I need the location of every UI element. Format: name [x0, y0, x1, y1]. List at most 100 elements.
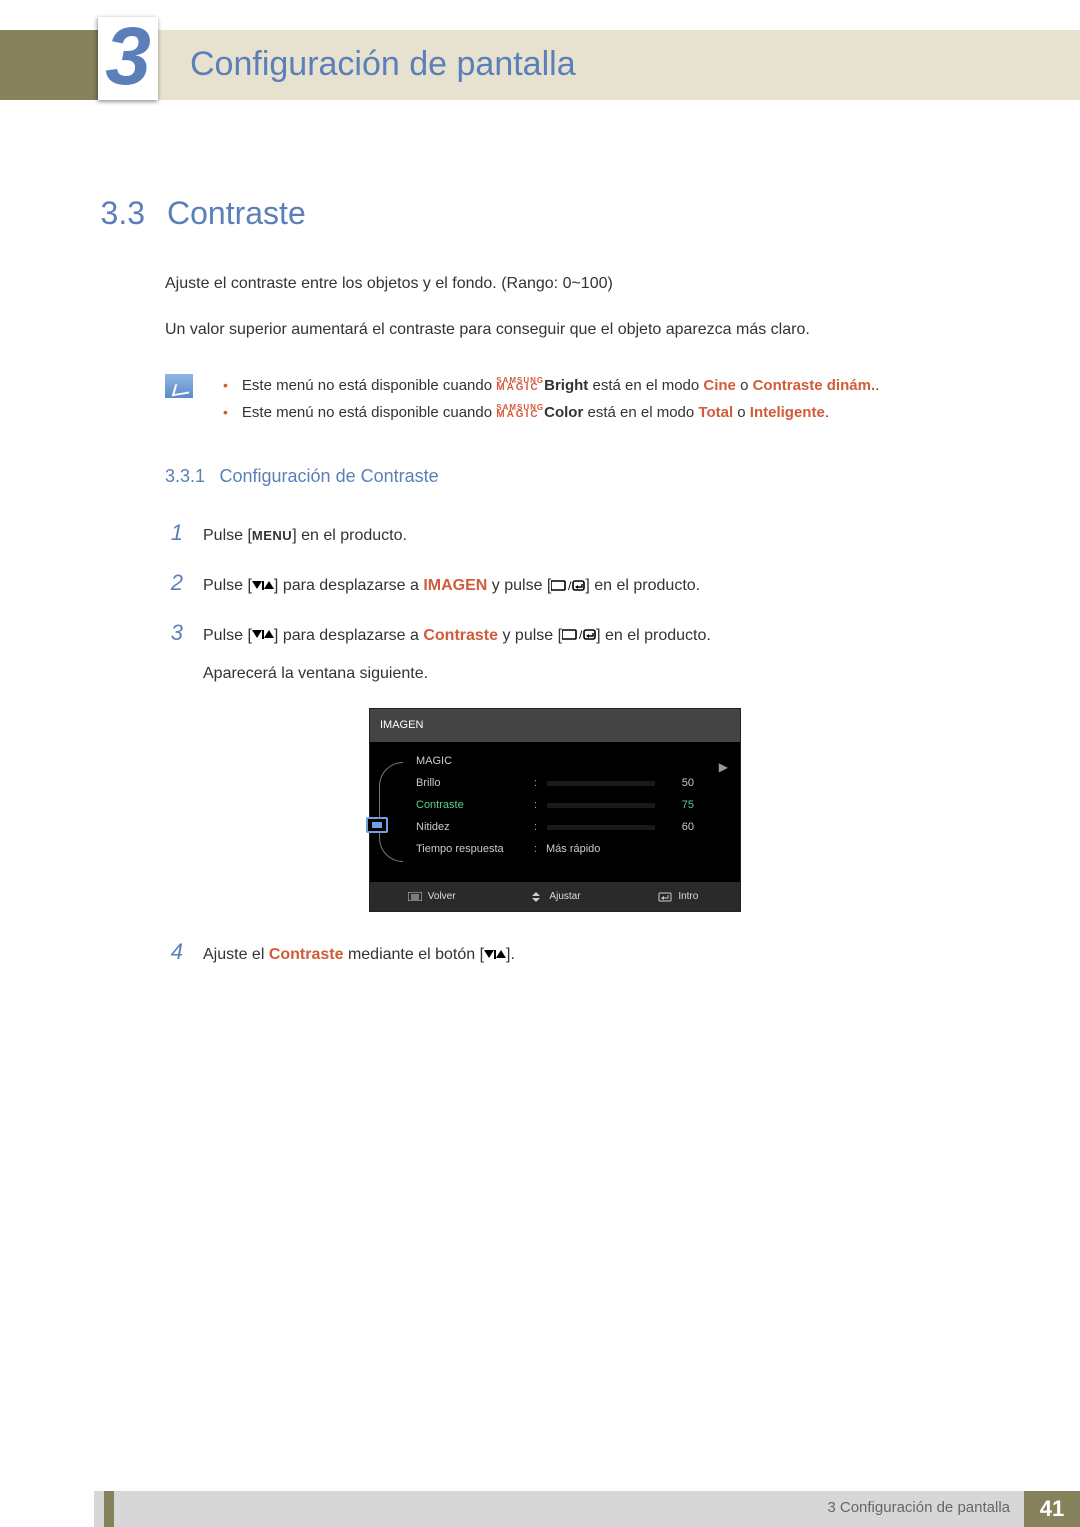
- osd-footer-volver: Volver: [370, 882, 493, 911]
- footer-accent: [104, 1491, 114, 1527]
- osd-body: ▶ MAGIC Brillo : 50 Contrast: [370, 742, 740, 882]
- chapter-number-box: 3: [98, 17, 158, 100]
- section-heading: 3.3 Contraste: [90, 195, 990, 232]
- osd-submenu-arrow-icon: ▶: [719, 756, 728, 779]
- note-2-end: .: [825, 404, 829, 421]
- bullet-dot-icon: •: [223, 373, 228, 398]
- step-2: 2 Pulse [] para desplazarse a IMAGEN y p…: [165, 562, 990, 604]
- note-1-mid: está en el modo: [588, 377, 703, 394]
- menu-button-label: MENU: [252, 528, 292, 543]
- page-number: 41: [1024, 1491, 1080, 1527]
- note-2-mode2: Inteligente: [750, 404, 825, 421]
- note-2-mode1: Total: [698, 404, 733, 421]
- osd-row-brillo: Brillo : 50: [412, 772, 734, 794]
- note-1-pre: Este menú no está disponible cuando: [242, 377, 496, 394]
- step-number: 1: [165, 512, 183, 554]
- chapter-title: Configuración de pantalla: [190, 45, 576, 84]
- subsection-heading: 3.3.1 Configuración de Contraste: [165, 466, 990, 487]
- step-4-mid: mediante el botón [: [344, 946, 485, 963]
- down-up-arrow-icon: [252, 581, 274, 591]
- section-title: Contraste: [167, 195, 306, 232]
- footer-text: 3 Configuración de pantalla: [827, 1499, 1010, 1516]
- step-3-mid2: y pulse [: [498, 627, 562, 644]
- down-up-arrow-icon: [484, 950, 506, 960]
- step-2-target: IMAGEN: [423, 577, 487, 594]
- osd-footer-volver-label: Volver: [428, 887, 456, 906]
- osd-label-tiempo: Tiempo respuesta: [416, 839, 526, 860]
- osd-tab-rail: [376, 762, 406, 862]
- step-3-pre: Pulse [: [203, 627, 252, 644]
- osd-colon: :: [534, 773, 538, 794]
- note-1-or: o: [736, 377, 753, 394]
- note-icon: [165, 374, 193, 398]
- note-1-text: Este menú no está disponible cuando SAMS…: [242, 372, 879, 399]
- steps-list: 1 Pulse [MENU] en el producto. 2 Pulse […: [165, 512, 990, 973]
- step-1-post: ] en el producto.: [292, 527, 407, 544]
- note-2-pre: Este menú no está disponible cuando: [242, 404, 496, 421]
- content-area: 3.3 Contraste Ajuste el contraste entre …: [90, 195, 990, 981]
- step-2-body: Pulse [] para desplazarse a IMAGEN y pul…: [203, 571, 990, 601]
- osd-label-magic: MAGIC: [416, 751, 526, 772]
- rect-enter-icon: /: [551, 580, 585, 592]
- header-accent-left: [0, 30, 98, 100]
- step-4-post: ].: [506, 946, 515, 963]
- note-item-2: • Este menú no está disponible cuando SA…: [223, 399, 879, 426]
- osd-bar-brillo: [546, 780, 656, 787]
- osd-colon: :: [534, 839, 538, 860]
- step-3-post: ] en el producto.: [596, 627, 711, 644]
- enter-icon: [658, 887, 672, 906]
- intro-line-1: Ajuste el contraste entre los objetos y …: [165, 272, 990, 296]
- step-1-body: Pulse [MENU] en el producto.: [203, 521, 990, 551]
- step-1-pre: Pulse [: [203, 527, 252, 544]
- step-number: 4: [165, 931, 183, 973]
- note-2-mid: está en el modo: [583, 404, 698, 421]
- osd-footer: Volver Ajustar Intro: [370, 882, 740, 911]
- note-1-mode2: Contraste dinám.: [753, 377, 876, 394]
- note-2-text: Este menú no está disponible cuando SAMS…: [242, 399, 829, 426]
- bullet-dot-icon: •: [223, 400, 228, 425]
- note-block: • Este menú no está disponible cuando SA…: [165, 372, 990, 426]
- adjust-arrows-icon: [529, 887, 543, 906]
- osd-main: ▶ MAGIC Brillo : 50 Contrast: [412, 750, 734, 862]
- svg-text:/: /: [579, 629, 583, 641]
- osd-label-nitidez: Nitidez: [416, 817, 526, 838]
- note-1-mode1: Cine: [703, 377, 736, 394]
- osd-window: IMAGEN ▶ MAGIC: [370, 709, 740, 911]
- step-1: 1 Pulse [MENU] en el producto.: [165, 512, 990, 554]
- osd-footer-intro-label: Intro: [678, 887, 698, 906]
- step-number: 2: [165, 562, 183, 604]
- step-2-mid1: ] para desplazarse a: [274, 577, 423, 594]
- note-list: • Este menú no está disponible cuando SA…: [223, 372, 879, 426]
- step-3-body: Pulse [] para desplazarse a Contraste y …: [203, 621, 990, 690]
- subsection-number: 3.3.1: [165, 466, 205, 486]
- osd-footer-ajustar-label: Ajustar: [549, 887, 580, 906]
- note-1-end: .: [875, 377, 879, 394]
- note-2-feature: Color: [544, 404, 583, 421]
- section-number: 3.3: [90, 195, 145, 232]
- page-root: 3 Configuración de pantalla 3.3 Contrast…: [0, 0, 1080, 1527]
- osd-value-brillo: 50: [664, 773, 694, 794]
- note-item-1: • Este menú no está disponible cuando SA…: [223, 372, 879, 399]
- step-3: 3 Pulse [] para desplazarse a Contraste …: [165, 612, 990, 690]
- osd-value-nitidez: 60: [664, 817, 694, 838]
- osd-tab-curve: [379, 762, 403, 862]
- osd-value-contraste: 75: [664, 795, 694, 816]
- osd-footer-intro: Intro: [617, 882, 740, 911]
- step-4: 4 Ajuste el Contraste mediante el botón …: [165, 931, 990, 973]
- step-3-target: Contraste: [423, 627, 498, 644]
- osd-colon: :: [534, 817, 538, 838]
- osd-footer-ajustar: Ajustar: [493, 882, 616, 911]
- osd-bar-contraste: [546, 802, 656, 809]
- osd-row-contraste: Contraste : 75: [412, 794, 734, 816]
- step-4-body: Ajuste el Contraste mediante el botón []…: [203, 940, 990, 970]
- osd-row-tiempo: Tiempo respuesta : Más rápido: [412, 838, 734, 860]
- chapter-number: 3: [105, 16, 151, 98]
- note-2-or: o: [733, 404, 750, 421]
- rect-enter-icon: /: [562, 629, 596, 641]
- osd-tab-picture-icon: [366, 817, 388, 833]
- step-number: 3: [165, 612, 183, 654]
- svg-text:/: /: [568, 580, 572, 592]
- osd-value-tiempo: Más rápido: [546, 839, 600, 860]
- down-up-arrow-icon: [252, 630, 274, 640]
- samsung-magic-logo: SAMSUNGMAGIC: [496, 378, 544, 392]
